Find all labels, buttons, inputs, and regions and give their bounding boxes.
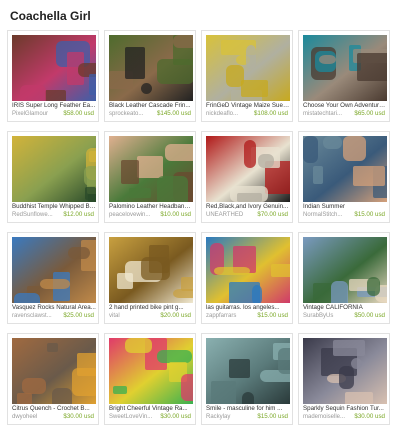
- shop-name[interactable]: sprockeato...: [109, 110, 159, 118]
- feather-earrings-image[interactable]: [12, 35, 96, 101]
- listing-price: $30.00 usd: [160, 413, 191, 420]
- colorful-yarn-fringe-image[interactable]: [109, 338, 193, 404]
- shop-name[interactable]: PixelGlamour: [12, 110, 62, 118]
- listing-title[interactable]: Citrus Quench - Crochet B...: [12, 405, 96, 413]
- listing-price: $30.00 usd: [63, 413, 94, 420]
- listing-price: $15.00 usd: [257, 312, 288, 319]
- listing-title[interactable]: FrinGeD Vintage Maize Sued...: [206, 102, 290, 110]
- listing-title[interactable]: Palomino Leather Headband ...: [109, 203, 193, 211]
- listing-price: $145.00 usd: [156, 110, 191, 117]
- listing-title[interactable]: Indian Summer: [303, 203, 387, 211]
- listing-title[interactable]: las guitarras. los angeles...: [206, 304, 290, 312]
- listing-card[interactable]: Smile - masculine for him ... Rackylay $15…: [201, 333, 293, 425]
- listing-card[interactable]: IRIS Super Long Feather Ea... PixelGlamou…: [7, 30, 99, 122]
- listing-card[interactable]: Red,Black,and Ivory Genuin... UNEARTHED $7…: [201, 131, 293, 223]
- listing-card[interactable]: Bright Cheerful Vintage Ra... SweetLoveVi…: [104, 333, 196, 425]
- listing-price: $30.00 usd: [354, 413, 385, 420]
- listing-card[interactable]: Indian Summer NormalStitch... $15.00 usd: [298, 131, 390, 223]
- shop-name[interactable]: NormalStitch...: [303, 211, 353, 219]
- suede-fringe-boots-image[interactable]: [206, 35, 290, 101]
- leather-fringe-bag-image[interactable]: [109, 35, 193, 101]
- listing-title[interactable]: Buddhist Temple Whipped Bo...: [12, 203, 96, 211]
- listing-price: $10.00 usd: [160, 211, 191, 218]
- listing-card[interactable]: Black Leather Cascade Frin... sprockeato.…: [104, 30, 196, 122]
- listing-title[interactable]: Red,Black,and Ivory Genuin...: [206, 203, 290, 211]
- pint-glasses-image[interactable]: [109, 237, 193, 303]
- listing-card[interactable]: Choose Your Own Adventure ... mistatechta…: [298, 30, 390, 122]
- shop-name[interactable]: SweetLoveVin...: [109, 413, 159, 421]
- listing-card[interactable]: las guitarras. los angeles... zappfarrars…: [201, 232, 293, 324]
- listing-card[interactable]: Citrus Quench - Crochet B... dwyoheel $30.…: [7, 333, 99, 425]
- red-cuff-bracelet-image[interactable]: [206, 136, 290, 202]
- listing-price: $20.00 usd: [160, 312, 191, 319]
- listing-card[interactable]: Palomino Leather Headband ... peacelovewi…: [104, 131, 196, 223]
- colorful-guitars-image[interactable]: [206, 237, 290, 303]
- listing-price: $108.00 usd: [253, 110, 288, 117]
- bare-tree-branches-image[interactable]: [206, 338, 290, 404]
- tattooed-girl-necklace-image[interactable]: [303, 136, 387, 202]
- sequin-turban-image[interactable]: [303, 338, 387, 404]
- smiling-girl-headband-image[interactable]: [109, 136, 193, 202]
- shop-name[interactable]: nickdeaflo...: [206, 110, 256, 118]
- listing-price: $65.00 usd: [354, 110, 385, 117]
- listing-price: $12.00 usd: [63, 211, 94, 218]
- shop-name[interactable]: vital: [109, 312, 159, 320]
- listing-card[interactable]: Buddhist Temple Whipped Bo... RedSunflowe…: [7, 131, 99, 223]
- listing-title[interactable]: Vasquez Rocks Natural Area...: [12, 304, 96, 312]
- listing-price: $70.00 usd: [257, 211, 288, 218]
- shop-name[interactable]: mistatechtari...: [303, 110, 353, 118]
- listing-price: $25.00 usd: [63, 312, 94, 319]
- crochet-barefoot-sandals-image[interactable]: [12, 338, 96, 404]
- listing-title[interactable]: Vintage CALIFORNIA: [303, 304, 387, 312]
- listing-card[interactable]: Sparkly Sequin Fashion Tur... mademoisell…: [298, 333, 390, 425]
- shop-name[interactable]: mademoiselle...: [303, 413, 353, 421]
- turquoise-ring-image[interactable]: [303, 35, 387, 101]
- listing-card[interactable]: 2 hand printed bike pint g... vital $20.00…: [104, 232, 196, 324]
- desert-rocks-image[interactable]: [12, 237, 96, 303]
- shop-name[interactable]: peacelovewin...: [109, 211, 159, 219]
- shop-name[interactable]: RedSunflowe...: [12, 211, 62, 219]
- listing-card[interactable]: FrinGeD Vintage Maize Sued... nickdeaflo.…: [201, 30, 293, 122]
- page-title: Coachella Girl: [10, 9, 91, 23]
- california-dress-image[interactable]: [303, 237, 387, 303]
- listing-title[interactable]: Choose Your Own Adventure ...: [303, 102, 387, 110]
- shop-name[interactable]: SurabByUs: [303, 312, 353, 320]
- listing-price: $15.00 usd: [354, 211, 385, 218]
- shop-name[interactable]: dwyoheel: [12, 413, 62, 421]
- listing-title[interactable]: Smile - masculine for him ...: [206, 405, 290, 413]
- listing-title[interactable]: 2 hand printed bike pint g...: [109, 304, 193, 312]
- listing-title[interactable]: Bright Cheerful Vintage Ra...: [109, 405, 193, 413]
- shop-name[interactable]: zappfarrars: [206, 312, 256, 320]
- shop-name[interactable]: ravensclawst...: [12, 312, 62, 320]
- listing-price: $50.00 usd: [354, 312, 385, 319]
- shop-name[interactable]: UNEARTHED: [206, 211, 256, 219]
- listing-card[interactable]: Vintage CALIFORNIA SurabByUs $50.00 usd: [298, 232, 390, 324]
- listing-title[interactable]: IRIS Super Long Feather Ea...: [12, 102, 96, 110]
- listing-title[interactable]: Sparkly Sequin Fashion Tur...: [303, 405, 387, 413]
- listing-card[interactable]: Vasquez Rocks Natural Area... ravensclaws…: [7, 232, 99, 324]
- listing-price: $15.00 usd: [257, 413, 288, 420]
- shop-name[interactable]: Rackylay: [206, 413, 256, 421]
- listing-title[interactable]: Black Leather Cascade Frin...: [109, 102, 193, 110]
- listing-price: $58.00 usd: [63, 110, 94, 117]
- incense-sticks-image[interactable]: [12, 136, 96, 202]
